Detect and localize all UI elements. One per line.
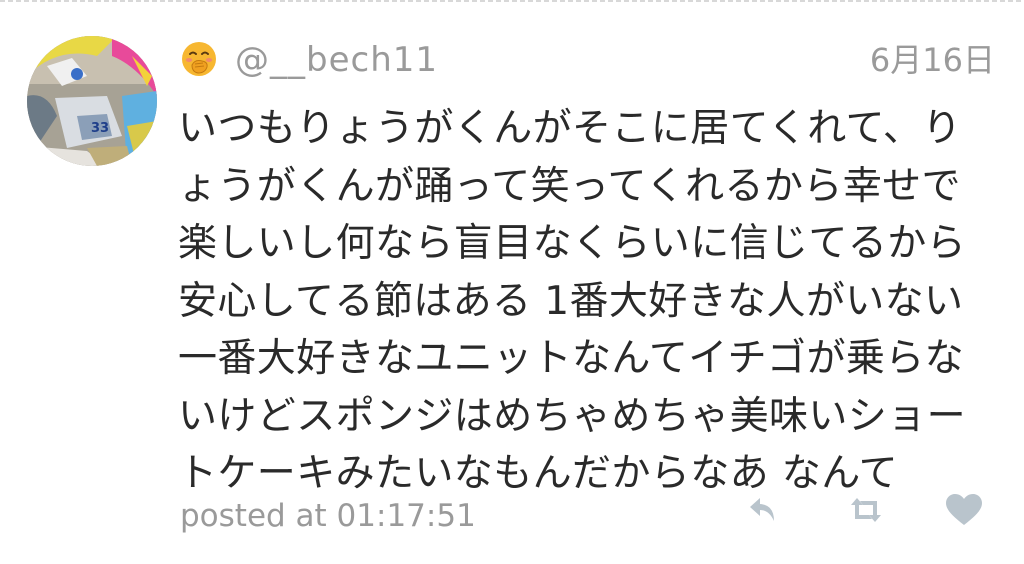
tweet-date[interactable]: 6月16日 [870, 38, 995, 82]
svg-text:33: 33 [91, 121, 109, 136]
avatar[interactable]: 33 [27, 36, 157, 166]
tweet-text-line: いつもりょうがくんがそこに居てくれて、り [178, 106, 962, 151]
face-with-hand-over-mouth-icon [182, 42, 216, 76]
reply-button[interactable] [742, 488, 786, 532]
tweet-card: 33 @__bech11 6月16日 いつもりょうがくんがそこに居てくれて、り … [0, 0, 1024, 564]
reply-icon [750, 498, 774, 521]
retweet-button[interactable] [844, 488, 888, 532]
tweet-text: いつもりょうがくんがそこに居てくれて、り ょうがくんが踊って笑ってくれるから幸せ… [178, 100, 1004, 503]
dotted-divider [0, 0, 1024, 3]
tweet-text-line: いけどスポンジはめちゃめちゃ美味いショー [178, 393, 967, 439]
posted-time: posted at 01:17:51 [180, 498, 476, 534]
heart-icon [946, 494, 982, 525]
tweet-actions [742, 485, 986, 535]
tweet-header: @__bech11 6月16日 [180, 36, 995, 86]
like-button[interactable] [942, 488, 986, 532]
tweet-text-line: 安心してる節はある 1番大好きな人がいない [178, 278, 964, 324]
tweet-text-line: ょうがくんが踊って笑ってくれるから幸せで [178, 163, 961, 209]
tweet-text-line: 一番大好きなユニットなんてイチゴが乗らな [178, 336, 965, 381]
tweet-text-line: 楽しいし何なら盲目なくらいに信じてるから [178, 221, 967, 266]
avatar-image: 33 [27, 36, 157, 166]
retweet-icon [851, 498, 881, 522]
username[interactable]: @__bech11 [235, 38, 438, 82]
